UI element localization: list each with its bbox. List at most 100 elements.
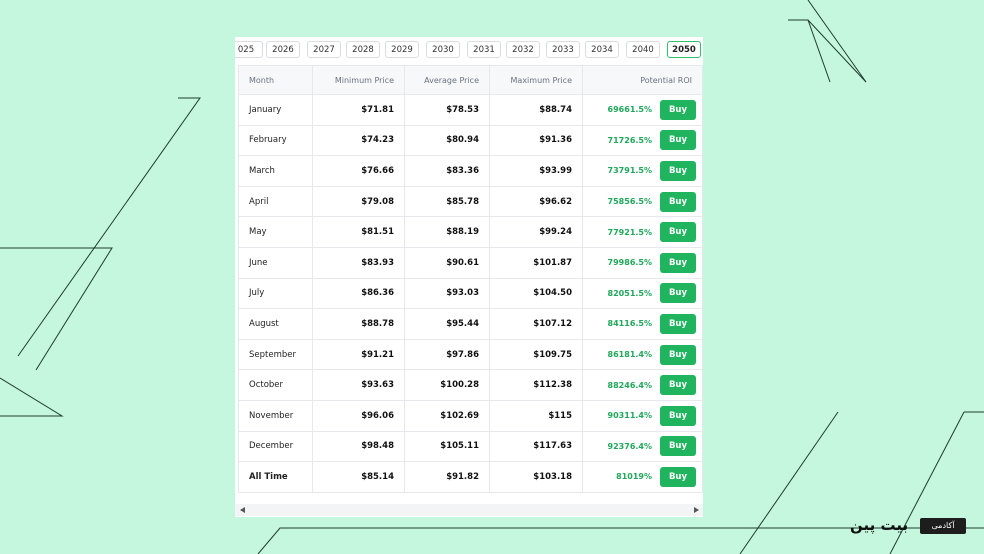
buy-button[interactable]: Buy (660, 375, 696, 396)
cell-minimum-price: $86.36 (312, 277, 405, 310)
roi-value: 90311.4% (607, 411, 652, 421)
table-row: April $79.08 $85.78 $96.62 75856.5% Buy (238, 185, 703, 218)
table-row: August $88.78 $95.44 $107.12 84116.5% Buy (238, 308, 703, 340)
cell-month: January (238, 94, 313, 126)
cell-minimum-price: $91.21 (312, 338, 405, 371)
cell-maximum-price: $104.50 (489, 277, 583, 310)
year-tab-2029[interactable]: 2029 (385, 41, 419, 58)
year-tab-2033[interactable]: 2033 (546, 41, 580, 58)
cell-average-price: $93.03 (404, 277, 490, 310)
buy-button[interactable]: Buy (660, 252, 696, 273)
cell-maximum-price: $115 (489, 399, 583, 432)
table-row: March $76.66 $83.36 $93.99 73791.5% Buy (238, 155, 703, 187)
roi-value: 92376.4% (607, 441, 652, 451)
cell-average-price: $105.11 (404, 430, 490, 463)
cell-maximum-price: $107.12 (489, 308, 583, 340)
cell-potential-roi: 90311.4% Buy (582, 399, 703, 432)
cell-potential-roi: 73791.5% Buy (582, 155, 703, 187)
buy-button[interactable]: Buy (660, 222, 696, 243)
buy-button[interactable]: Buy (660, 466, 696, 487)
cell-maximum-price: $117.63 (489, 430, 583, 463)
cell-month: September (238, 338, 313, 371)
year-tabs: 025 2026 2027 2028 2029 2030 2031 2032 2033 2034 2… (235, 37, 703, 63)
cell-month: June (238, 246, 313, 279)
cell-maximum-price: $88.74 (489, 94, 583, 126)
roi-value: 86181.4% (607, 350, 652, 360)
cell-average-price: $80.94 (404, 124, 490, 157)
cell-potential-roi: 81019% Buy (582, 461, 703, 493)
cell-month: March (238, 155, 313, 187)
horizontal-scrollbar[interactable] (235, 504, 703, 516)
buy-button[interactable]: Buy (660, 283, 696, 304)
table-row: February $74.23 $80.94 $91.36 71726.5% Buy (238, 124, 703, 157)
table-row: October $93.63 $100.28 $112.38 88246.4% Buy (238, 369, 703, 401)
roi-value: 71726.5% (607, 135, 652, 145)
cell-average-price: $90.61 (404, 246, 490, 279)
cell-potential-roi: 77921.5% Buy (582, 216, 703, 248)
cell-maximum-price: $93.99 (489, 155, 583, 187)
cell-maximum-price: $109.75 (489, 338, 583, 371)
cell-average-price: $102.69 (404, 399, 490, 432)
year-tab-2027[interactable]: 2027 (307, 41, 341, 58)
roi-value: 88246.4% (607, 380, 652, 390)
year-tab-2031[interactable]: 2031 (467, 41, 501, 58)
brand-name: بیت پین (850, 516, 909, 534)
header-average-price: Average Price (404, 65, 490, 95)
cell-month: July (238, 277, 313, 310)
table-row: July $86.36 $93.03 $104.50 82051.5% Buy (238, 277, 703, 310)
cell-potential-roi: 75856.5% Buy (582, 185, 703, 218)
cell-average-price: $78.53 (404, 94, 490, 126)
roi-value: 75856.5% (607, 197, 652, 207)
year-tab-2032[interactable]: 2032 (506, 41, 540, 58)
scroll-left-icon[interactable] (240, 507, 245, 513)
cell-maximum-price: $91.36 (489, 124, 583, 157)
buy-button[interactable]: Buy (660, 99, 696, 120)
year-tab-2050[interactable]: 2050 (667, 41, 701, 58)
cell-potential-roi: 71726.5% Buy (582, 124, 703, 157)
table-row: All Time $85.14 $91.82 $103.18 81019% Buy (238, 461, 703, 493)
cell-average-price: $85.78 (404, 185, 490, 218)
table-row: June $83.93 $90.61 $101.87 79986.5% Buy (238, 246, 703, 279)
cell-minimum-price: $76.66 (312, 155, 405, 187)
year-tab-025[interactable]: 025 (235, 41, 263, 58)
year-tab-2030[interactable]: 2030 (426, 41, 460, 58)
year-tab-2040[interactable]: 2040 (626, 41, 660, 58)
cell-month: October (238, 369, 313, 401)
buy-button[interactable]: Buy (660, 160, 696, 181)
cell-minimum-price: $96.06 (312, 399, 405, 432)
roi-value: 82051.5% (607, 288, 652, 298)
cell-month: May (238, 216, 313, 248)
buy-button[interactable]: Buy (660, 130, 696, 151)
cell-maximum-price: $112.38 (489, 369, 583, 401)
buy-button[interactable]: Buy (660, 436, 696, 457)
buy-button[interactable]: Buy (660, 313, 696, 334)
year-tab-2034[interactable]: 2034 (585, 41, 619, 58)
roi-value: 77921.5% (607, 227, 652, 237)
scroll-right-icon[interactable] (694, 507, 699, 513)
buy-button[interactable]: Buy (660, 405, 696, 426)
cell-potential-roi: 79986.5% Buy (582, 246, 703, 279)
header-potential-roi: Potential ROI (582, 65, 703, 95)
cell-month: November (238, 399, 313, 432)
cell-minimum-price: $85.14 (312, 461, 405, 493)
cell-maximum-price: $103.18 (489, 461, 583, 493)
cell-minimum-price: $81.51 (312, 216, 405, 248)
cell-minimum-price: $74.23 (312, 124, 405, 157)
header-minimum-price: Minimum Price (312, 65, 405, 95)
roi-value: 69661.5% (607, 105, 652, 115)
year-tab-2028[interactable]: 2028 (346, 41, 380, 58)
price-prediction-card: 025 2026 2027 2028 2029 2030 2031 2032 2033 2034 2… (235, 37, 703, 517)
table-row: December $98.48 $105.11 $117.63 92376.4% Buy (238, 430, 703, 463)
price-table: Month Minimum Price Average Price Maximu… (238, 65, 703, 493)
table-row: September $91.21 $97.86 $109.75 86181.4% Buy (238, 338, 703, 371)
buy-button[interactable]: Buy (660, 344, 696, 365)
year-tab-2026[interactable]: 2026 (266, 41, 300, 58)
roi-value: 79986.5% (607, 258, 652, 268)
header-maximum-price: Maximum Price (489, 65, 583, 95)
cell-month: All Time (238, 461, 313, 493)
roi-value: 73791.5% (607, 166, 652, 176)
cell-month: August (238, 308, 313, 340)
buy-button[interactable]: Buy (660, 191, 696, 212)
cell-maximum-price: $96.62 (489, 185, 583, 218)
cell-potential-roi: 84116.5% Buy (582, 308, 703, 340)
